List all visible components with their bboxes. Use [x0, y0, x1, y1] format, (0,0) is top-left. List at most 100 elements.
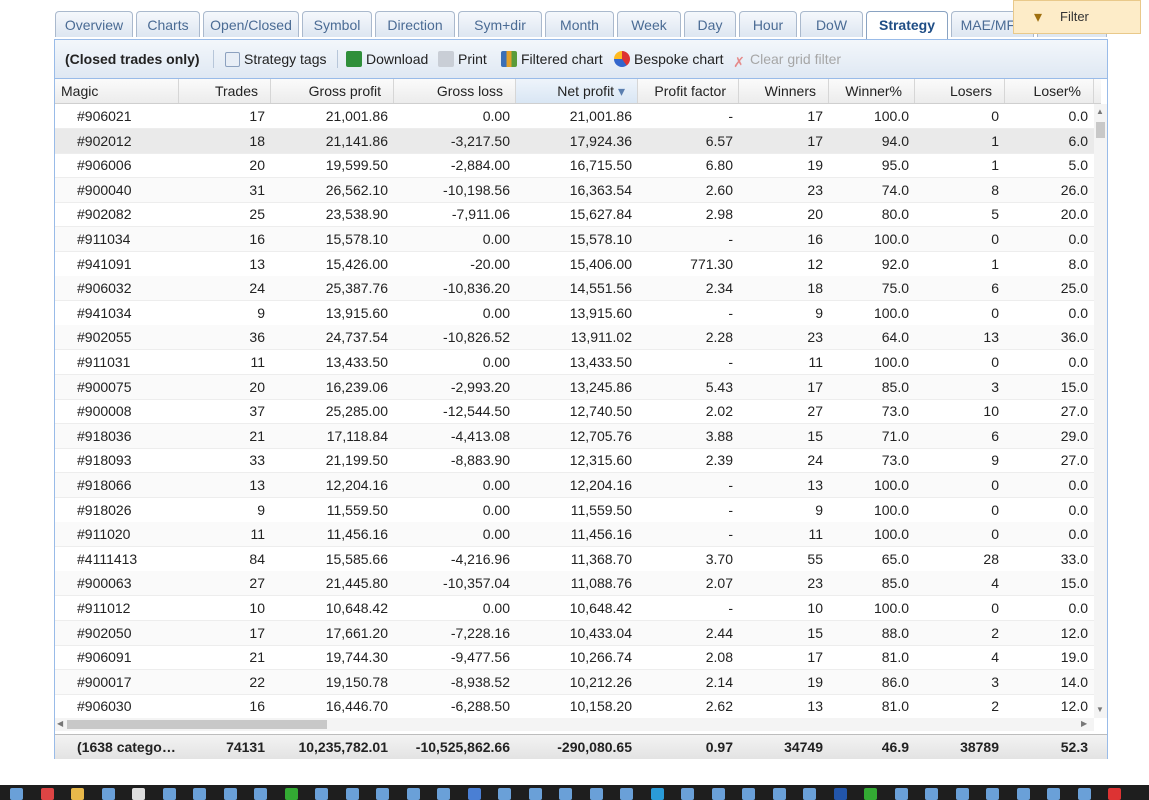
column-header[interactable]: Loser% — [1005, 79, 1094, 103]
table-row[interactable]: #906030 16 16,446.70 -6,288.50 10,158.20 2.62… — [55, 694, 1094, 718]
table-row[interactable]: #900063 27 21,445.80 -10,357.04 11,088.76 2.0… — [55, 571, 1094, 597]
taskbar-app-icon[interactable] — [10, 788, 23, 800]
taskbar-app-icon[interactable] — [803, 788, 816, 800]
table-row[interactable]: #900008 37 25,285.00 -12,544.50 12,740.50 2.0… — [55, 399, 1094, 425]
scroll-up-icon[interactable]: ▲ — [1096, 107, 1104, 116]
table-row[interactable]: #900040 31 26,562.10 -10,198.56 16,363.54 2.6… — [55, 177, 1094, 203]
table-row[interactable]: #941034 9 13,915.60 0.00 13,915.60 - 9 100.0 0 0.… — [55, 301, 1094, 326]
table-row[interactable]: #918026 9 11,559.50 0.00 11,559.50 - 9 100.0 0 0.… — [55, 498, 1094, 523]
table-row[interactable]: #906006 20 19,599.50 -2,884.00 16,715.50 6.80… — [55, 153, 1094, 179]
taskbar-app-icon[interactable] — [193, 788, 206, 800]
tab-month[interactable]: Month — [545, 11, 614, 37]
taskbar-app-icon[interactable] — [467, 788, 481, 800]
tab-symbol[interactable]: Symbol — [302, 11, 372, 37]
taskbar-app-icon[interactable] — [589, 788, 603, 800]
tab-open-closed[interactable]: Open/Closed — [203, 11, 299, 37]
taskbar-app-icon[interactable] — [772, 788, 786, 800]
column-header[interactable]: Trades — [179, 79, 271, 103]
table-row[interactable]: #911034 16 15,578.10 0.00 15,578.10-16 100.0 0… — [55, 227, 1094, 252]
taskbar-app-icon[interactable] — [1108, 788, 1121, 800]
taskbar-app-icon[interactable] — [528, 788, 542, 800]
vertical-scrollbar[interactable]: ▲ ▼ — [1094, 104, 1107, 718]
taskbar-app-icon[interactable] — [1077, 788, 1091, 800]
taskbar-app-icon[interactable] — [620, 788, 633, 800]
table-row[interactable]: #906021 17 21,001.86 0.00 21,001.86-17 100.0 0… — [55, 104, 1094, 129]
taskbar-app-icon[interactable] — [986, 788, 999, 800]
taskbar-app-icon[interactable] — [254, 788, 267, 800]
tab-strategy[interactable]: Strategy — [866, 11, 948, 39]
taskbar-app-icon[interactable] — [1016, 788, 1030, 800]
taskbar-app-icon[interactable] — [132, 788, 145, 800]
table-row[interactable]: #902050 17 17,661.20 -7,228.16 10,433.04 2.44… — [55, 620, 1094, 646]
taskbar-app-icon[interactable] — [101, 788, 115, 800]
tab-dow[interactable]: DoW — [800, 11, 863, 37]
table-row[interactable]: #900017 22 19,150.78 -8,938.52 10,212.26 2.14… — [55, 669, 1094, 695]
table-row[interactable]: #911020 11 11,456.16 0.00 11,456.16-11 100.0 0… — [55, 522, 1094, 548]
taskbar-app-icon[interactable] — [925, 788, 938, 800]
taskbar-app-icon[interactable] — [955, 788, 969, 800]
taskbar-app-icon[interactable] — [40, 788, 54, 800]
table-row[interactable]: #911012 10 10,648.42 0.00 10,648.42-10 100.0 0… — [55, 596, 1094, 621]
taskbar-app-icon[interactable] — [559, 788, 572, 800]
table-row[interactable]: #902082 25 23,538.90 -7,911.06 15,627.84 2.98… — [55, 202, 1094, 228]
strategy-tags-button[interactable]: Strategy tags — [225, 50, 327, 68]
taskbar-app-icon[interactable] — [742, 788, 755, 800]
column-header[interactable]: Gross profit — [271, 79, 394, 103]
table-row[interactable]: #4111413 84 15,585.66 -4,216.96 11,368.70 3.7… — [55, 547, 1094, 572]
tab-day[interactable]: Day — [684, 11, 736, 37]
taskbar-app-icon[interactable] — [711, 788, 725, 800]
vertical-scroll-thumb[interactable] — [1096, 122, 1105, 138]
column-header[interactable]: Profit factor — [638, 79, 739, 103]
filter-button[interactable]: ▾ Filter — [1013, 0, 1141, 34]
tab-direction[interactable]: Direction — [375, 11, 455, 37]
horizontal-scrollbar[interactable]: ◀ ▶ — [55, 718, 1094, 731]
column-header[interactable]: Winners — [739, 79, 829, 103]
filtered-chart-button[interactable]: Filtered chart — [501, 50, 603, 68]
taskbar-app-icon[interactable] — [345, 788, 359, 800]
scroll-left-icon[interactable]: ◀ — [57, 719, 63, 728]
taskbar-app-icon[interactable] — [437, 788, 450, 800]
table-row[interactable]: #911031 11 13,433.50 0.00 13,433.50-11 100.0 0… — [55, 350, 1094, 375]
table-row[interactable]: #902012 18 21,141.86 -3,217.50 17,924.36 6.57… — [55, 128, 1094, 154]
taskbar-app-icon[interactable] — [681, 788, 694, 800]
taskbar-app-icon[interactable] — [376, 788, 389, 800]
table-row[interactable]: #918036 21 17,118.84 -4,413.08 12,705.76 3.88… — [55, 423, 1094, 449]
table-row[interactable]: #900075 20 16,239.06 -2,993.20 13,245.86 5.43… — [55, 374, 1094, 400]
tab-charts[interactable]: Charts — [136, 11, 200, 37]
table-row[interactable]: #941091 13 15,426.00 -20.00 15,406.00 771.30 1… — [55, 252, 1094, 277]
taskbar-app-icon[interactable] — [894, 788, 908, 800]
table-row[interactable]: #918093 33 21,199.50 -8,883.90 12,315.60 2.39… — [55, 448, 1094, 474]
table-row[interactable]: #902055 36 24,737.54 -10,826.52 13,911.02 2.2… — [55, 325, 1094, 351]
taskbar-app-icon[interactable] — [498, 788, 511, 800]
taskbar-app-icon[interactable] — [1047, 788, 1060, 800]
tab-overview[interactable]: Overview — [55, 11, 133, 37]
column-header[interactable]: Magic #/Comment — [55, 79, 179, 103]
scroll-down-icon[interactable]: ▼ — [1096, 705, 1104, 714]
column-header[interactable]: Net profit ▾ — [516, 79, 638, 103]
table-row[interactable]: #906032 24 25,387.76 -10,836.20 14,551.56 2.3… — [55, 276, 1094, 302]
taskbar-app-icon[interactable] — [71, 788, 84, 800]
taskbar-app-icon[interactable] — [223, 788, 237, 800]
taskbar-app-icon[interactable] — [162, 788, 176, 800]
download-button[interactable]: Download — [346, 50, 428, 68]
table-row[interactable]: #918066 13 12,204.16 0.00 12,204.16-13 100.0 0… — [55, 473, 1094, 498]
tab-sym-dir[interactable]: Sym+dir — [458, 11, 542, 37]
table-row[interactable]: #906091 21 19,744.30 -9,477.56 10,266.74 2.08… — [55, 645, 1094, 671]
taskbar-app-icon[interactable] — [406, 788, 420, 800]
taskbar-app-icon[interactable] — [833, 788, 847, 800]
table-cell: 21,445.80 — [325, 575, 388, 592]
tab-hour[interactable]: Hour — [739, 11, 797, 37]
print-button[interactable]: Print — [438, 50, 487, 68]
tab-week[interactable]: Week — [617, 11, 681, 37]
taskbar-app-icon[interactable] — [864, 788, 877, 800]
taskbar-app-icon[interactable] — [284, 788, 298, 800]
bespoke-chart-button[interactable]: Bespoke chart — [614, 50, 724, 68]
clear-grid-filter-button[interactable]: ✗ Clear grid filter — [732, 50, 841, 70]
horizontal-scroll-thumb[interactable] — [67, 720, 327, 729]
column-header[interactable]: Losers — [915, 79, 1005, 103]
taskbar-app-icon[interactable] — [315, 788, 328, 800]
taskbar-app-icon[interactable] — [650, 788, 664, 800]
column-header[interactable]: Winner% — [829, 79, 915, 103]
scroll-right-icon[interactable]: ▶ — [1081, 719, 1087, 728]
column-header[interactable]: Gross loss — [394, 79, 516, 103]
